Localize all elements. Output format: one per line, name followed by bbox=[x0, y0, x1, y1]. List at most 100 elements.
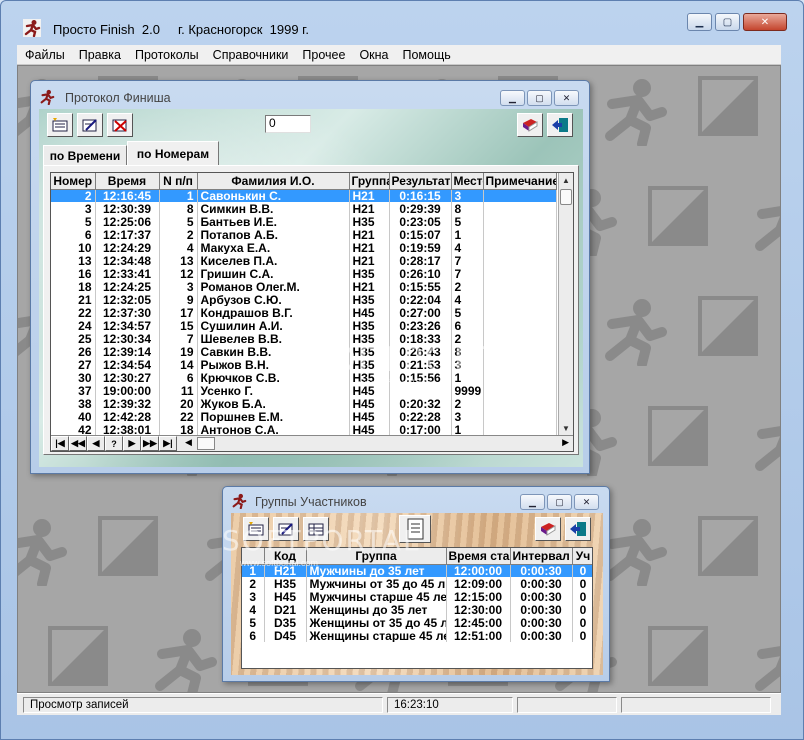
cell-time: 19:00:00 bbox=[95, 384, 160, 397]
menu-files[interactable]: Файлы bbox=[25, 48, 65, 62]
menu-other[interactable]: Прочее bbox=[302, 48, 345, 62]
table-row[interactable]: 22 12:37:30 17 Кондрашов В.Г. H45 0:27:00 5 bbox=[51, 306, 557, 319]
scroll-thumb[interactable] bbox=[560, 189, 572, 205]
cell-place: 9999 bbox=[451, 384, 484, 397]
table-row[interactable]: 25 12:30:34 7 Шевелев В.В. H35 0:18:33 2 bbox=[51, 332, 557, 345]
nav-first-button[interactable]: |◀ bbox=[51, 436, 69, 451]
scroll-up-icon[interactable]: ▲ bbox=[559, 173, 573, 187]
menu-edit[interactable]: Правка bbox=[79, 48, 121, 62]
table-row[interactable]: 2 H35 Мужчины от 35 до 45 л 12:09:00 0:00:30… bbox=[242, 577, 592, 590]
cell-number: 40 bbox=[51, 410, 96, 423]
exit-button[interactable] bbox=[547, 113, 573, 137]
cell-note bbox=[483, 371, 557, 384]
edit-record-icon bbox=[82, 119, 97, 132]
groups-add-button[interactable] bbox=[243, 517, 269, 541]
col-group[interactable]: Группа bbox=[349, 173, 390, 190]
col-name[interactable]: Фамилия И.О. bbox=[197, 173, 350, 190]
groups-document-button[interactable] bbox=[399, 515, 431, 543]
table-row[interactable]: 27 12:34:54 14 Рыжов В.Н. H35 0:21:53 3 bbox=[51, 358, 557, 371]
table-row[interactable]: 18 12:24:25 3 Романов Олег.М. H21 0:15:55 2 bbox=[51, 280, 557, 293]
table-row[interactable]: 30 12:30:27 6 Крючков С.В. H35 0:15:56 1 bbox=[51, 371, 557, 384]
table-row[interactable]: 3 12:30:39 8 Симкин В.В. H21 0:29:39 8 bbox=[51, 202, 557, 215]
cell-start-time: 12:51:00 bbox=[446, 629, 511, 642]
tab-by-number[interactable]: по Номерам bbox=[127, 141, 219, 165]
groups-edit-button[interactable] bbox=[273, 517, 299, 541]
cell-place: 2 bbox=[451, 332, 484, 345]
main-titlebar[interactable]: Просто Finish 2.0 г. Красногорск 1999 г.… bbox=[1, 1, 803, 41]
col-result[interactable]: Результат bbox=[389, 173, 452, 190]
table-row[interactable]: 37 19:00:00 11 Усенко Г. H45 9999 bbox=[51, 384, 557, 397]
cell-place: 7 bbox=[451, 267, 484, 280]
table-row[interactable]: 5 12:25:06 5 Бантьев И.Е. H35 0:23:05 5 bbox=[51, 215, 557, 228]
col-note[interactable]: Примечание bbox=[483, 173, 557, 190]
nav-next-button[interactable]: ▶ bbox=[123, 436, 141, 451]
scroll-right-icon[interactable]: ▶ bbox=[562, 437, 569, 448]
nav-search-button[interactable]: ? bbox=[105, 436, 123, 451]
groups-minimize-button[interactable]: ▁ bbox=[520, 494, 545, 510]
groups-maximize-button[interactable]: ▢ bbox=[547, 494, 572, 510]
groups-table-button[interactable] bbox=[303, 517, 329, 541]
col-group-name[interactable]: Группа bbox=[306, 548, 447, 565]
protocol-horizontal-scrollbar[interactable]: ◀ ▶ bbox=[183, 435, 573, 451]
nav-prev-button[interactable]: ◀ bbox=[87, 436, 105, 451]
tab-by-time[interactable]: по Времени bbox=[43, 145, 127, 165]
protocol-minimize-button[interactable]: ▁ bbox=[500, 90, 525, 106]
nav-next-page-button[interactable]: ▶▶ bbox=[141, 436, 159, 451]
col-np[interactable]: N п/п bbox=[159, 173, 198, 190]
table-row[interactable]: 16 12:33:41 12 Гришин С.А. H35 0:26:10 7 bbox=[51, 267, 557, 280]
table-row[interactable]: 38 12:39:32 20 Жуков Б.А. H45 0:20:32 2 bbox=[51, 397, 557, 410]
menu-references[interactable]: Справочники bbox=[213, 48, 289, 62]
maximize-icon: ▢ bbox=[722, 16, 733, 28]
close-icon: ✕ bbox=[760, 16, 770, 28]
col-time[interactable]: Время bbox=[95, 173, 160, 190]
table-row[interactable]: 26 12:39:14 19 Савкин В.В. H35 0:26:43 8 bbox=[51, 345, 557, 358]
table-row[interactable]: 4 D21 Женщины до 35 лет 12:30:00 0:00:30 0 bbox=[242, 603, 592, 616]
table-row[interactable]: 40 12:42:28 22 Поршнев Е.М. H45 0:22:28 3 bbox=[51, 410, 557, 423]
scroll-left-icon[interactable]: ◀ bbox=[185, 437, 192, 448]
table-row[interactable]: 2 12:16:45 1 Савонькин С. H21 0:16:15 3 bbox=[51, 189, 557, 202]
protocol-close-button[interactable]: ✕ bbox=[554, 90, 579, 106]
cell-name: Рыжов В.Н. bbox=[197, 358, 350, 371]
scroll-down-icon[interactable]: ▼ bbox=[559, 421, 573, 435]
table-row[interactable]: 3 H45 Мужчины старше 45 ле 12:15:00 0:00:30 0 bbox=[242, 590, 592, 603]
col-start-time[interactable]: Время старта bbox=[446, 548, 511, 565]
col-place[interactable]: Место bbox=[451, 173, 484, 190]
status-bar: Просмотр записей 16:23:10 bbox=[17, 693, 781, 715]
hscroll-thumb[interactable] bbox=[197, 437, 215, 450]
col-number[interactable]: Номер bbox=[51, 173, 96, 190]
menu-protocols[interactable]: Протоколы bbox=[135, 48, 199, 62]
col-participants[interactable]: Уч bbox=[572, 548, 592, 565]
cell-time: 12:24:25 bbox=[95, 280, 160, 293]
menu-windows[interactable]: Окна bbox=[359, 48, 388, 62]
groups-close-button[interactable]: ✕ bbox=[574, 494, 599, 510]
groups-book-button[interactable] bbox=[535, 517, 561, 541]
maximize-button[interactable]: ▢ bbox=[715, 13, 740, 31]
delete-record-button[interactable] bbox=[107, 113, 133, 137]
cell-note bbox=[483, 202, 557, 215]
table-row[interactable]: 5 D35 Женщины от 35 до 45 л 12:45:00 0:00:30… bbox=[242, 616, 592, 629]
table-row[interactable]: 6 D45 Женщины старше 45 ле 12:51:00 0:00:30 0 bbox=[242, 629, 592, 642]
table-row[interactable]: 13 12:34:48 13 Киселев П.А. H21 0:28:17 7 bbox=[51, 254, 557, 267]
col-interval[interactable]: Интервал bbox=[510, 548, 573, 565]
add-record-button[interactable] bbox=[47, 113, 73, 137]
table-row[interactable]: 6 12:17:37 2 Потапов А.Б. H21 0:15:07 1 bbox=[51, 228, 557, 241]
record-counter-field[interactable]: 0 bbox=[265, 115, 311, 133]
col-code[interactable]: Код bbox=[264, 548, 307, 565]
cell-name: Савонькин С. bbox=[197, 189, 350, 202]
nav-prev-page-button[interactable]: ◀◀ bbox=[69, 436, 87, 451]
table-row[interactable]: 10 12:24:29 4 Макуха Е.А. H21 0:19:59 4 bbox=[51, 241, 557, 254]
book-button[interactable] bbox=[517, 113, 543, 137]
menu-help[interactable]: Помощь bbox=[402, 48, 450, 62]
table-row[interactable]: 24 12:34:57 15 Сушилин А.И. H35 0:23:26 6 bbox=[51, 319, 557, 332]
close-button[interactable]: ✕ bbox=[743, 13, 787, 31]
minimize-button[interactable]: ▁ bbox=[687, 13, 712, 31]
protocol-vertical-scrollbar[interactable]: ▲ ▼ bbox=[558, 173, 573, 435]
nav-last-button[interactable]: ▶| bbox=[159, 436, 177, 451]
table-row[interactable]: 1 H21 Мужчины до 35 лет 12:00:00 0:00:30 0 bbox=[242, 564, 592, 577]
cell-row-number: 4 bbox=[242, 603, 265, 616]
cell-np: 4 bbox=[159, 241, 198, 254]
groups-exit-button[interactable] bbox=[565, 517, 591, 541]
protocol-maximize-button[interactable]: ▢ bbox=[527, 90, 552, 106]
table-row[interactable]: 21 12:32:05 9 Арбузов С.Ю. H35 0:22:04 4 bbox=[51, 293, 557, 306]
edit-record-button[interactable] bbox=[77, 113, 103, 137]
